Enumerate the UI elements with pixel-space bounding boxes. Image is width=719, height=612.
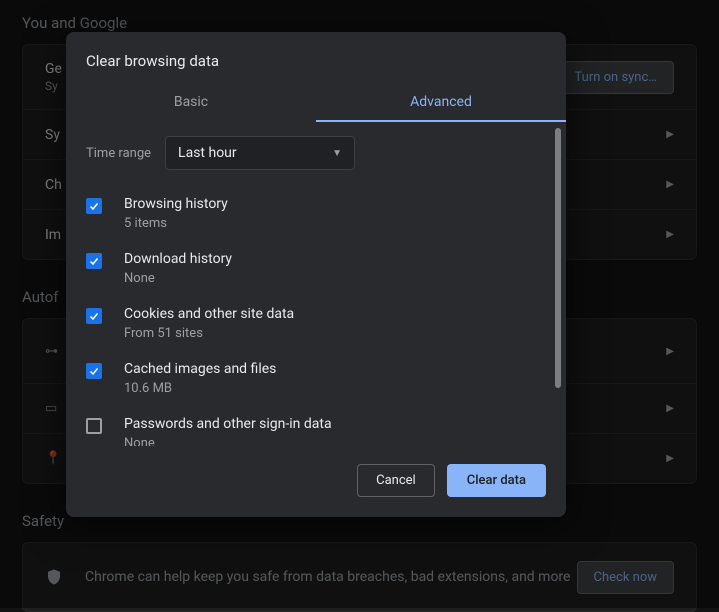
clear-item-sub: None	[124, 271, 232, 286]
chevron-down-icon: ▼	[332, 148, 342, 159]
checkbox[interactable]	[86, 363, 102, 379]
clear-browsing-data-dialog: Clear browsing data Basic Advanced Time …	[66, 32, 566, 517]
clear-item-row[interactable]: Cached images and files 10.6 MB	[86, 351, 546, 406]
checkbox[interactable]	[86, 198, 102, 214]
clear-item-row[interactable]: Browsing history 5 items	[86, 186, 546, 241]
clear-item-sub: From 51 sites	[124, 326, 294, 341]
clear-item-title: Browsing history	[124, 196, 228, 212]
cancel-button[interactable]: Cancel	[357, 464, 435, 497]
clear-item-title: Cookies and other site data	[124, 306, 294, 322]
clear-item-title: Cached images and files	[124, 361, 276, 377]
checkbox[interactable]	[86, 418, 102, 434]
clear-item-title: Download history	[124, 251, 232, 267]
clear-item-row[interactable]: Download history None	[86, 241, 546, 296]
checkbox[interactable]	[86, 308, 102, 324]
clear-item-sub: 5 items	[124, 216, 228, 231]
clear-item-row[interactable]: Cookies and other site data From 51 sites	[86, 296, 546, 351]
dialog-footer: Cancel Clear data	[66, 446, 566, 517]
time-range-label: Time range	[86, 146, 151, 161]
checkbox[interactable]	[86, 253, 102, 269]
clear-item-title: Passwords and other sign-in data	[124, 416, 332, 432]
clear-data-button[interactable]: Clear data	[447, 464, 546, 497]
dialog-body: Time range Last hour ▼ Browsing history 5…	[66, 122, 566, 446]
clear-item-sub: None	[124, 436, 332, 446]
time-range-value: Last hour	[178, 145, 237, 161]
tab-advanced[interactable]: Advanced	[316, 84, 566, 122]
tab-basic[interactable]: Basic	[66, 84, 316, 122]
clear-item-row[interactable]: Passwords and other sign-in data None	[86, 406, 546, 446]
scrollbar-thumb[interactable]	[555, 128, 561, 388]
time-range-select[interactable]: Last hour ▼	[165, 136, 355, 170]
dialog-title: Clear browsing data	[66, 32, 566, 84]
dialog-tabs: Basic Advanced	[66, 84, 566, 122]
time-range-row: Time range Last hour ▼	[86, 136, 546, 170]
clear-item-sub: 10.6 MB	[124, 381, 276, 396]
